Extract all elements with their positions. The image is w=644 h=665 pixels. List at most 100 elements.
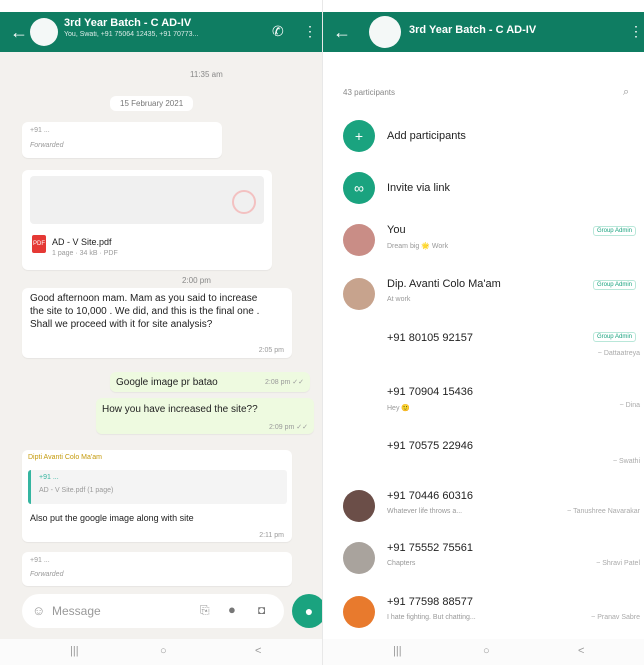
mic-icon: ●	[304, 603, 314, 619]
add-participants-label: Add participants	[387, 130, 466, 142]
avatar	[343, 542, 375, 574]
back-arrow-icon[interactable]: ←	[10, 21, 28, 43]
search-icon[interactable]: ⌕	[623, 86, 629, 99]
forwarded-label: Forwarded	[30, 142, 64, 149]
group-admin-badge: Group Admin	[592, 332, 636, 342]
download-icon[interactable]	[232, 190, 256, 214]
participant-name: You	[387, 224, 406, 236]
invite-link-row[interactable]: ∞ Invite via link	[323, 168, 644, 208]
message-time: 2:00 pm	[182, 276, 211, 285]
message-sender: +91 ...	[30, 557, 50, 564]
participant-pushname: ~ Pranav Sabre	[591, 614, 640, 621]
document-thumbnail	[30, 176, 264, 224]
emoji-icon[interactable]: ☺	[32, 603, 45, 618]
participant-status: Whatever life throws a...	[387, 508, 463, 515]
android-nav-bar: ||| ○ <	[323, 639, 644, 665]
group-admin-badge: Group Admin	[592, 226, 636, 236]
reply-message[interactable]: Dipti Avanti Colo Ma'am +91 ... AD - V S…	[22, 450, 292, 542]
back-button[interactable]: <	[578, 645, 584, 657]
chat-header: ← 3rd Year Batch - C AD-IV You, Swati, +…	[0, 12, 322, 52]
group-info-header: ← 3rd Year Batch - C AD-IV ⋮	[323, 12, 644, 52]
avatar	[343, 596, 375, 628]
message-meta: 2:11 pm	[259, 532, 284, 539]
message-time: 11:35 am	[190, 70, 223, 79]
participant-row[interactable]: +91 70575 22946 ~ Swathi	[323, 436, 644, 476]
participant-name: +91 70904 15436	[387, 386, 473, 398]
rupee-icon[interactable]: ●	[228, 602, 236, 617]
invite-link-label: Invite via link	[387, 182, 450, 194]
participant-name: +91 70446 60316	[387, 490, 473, 502]
participant-row[interactable]: You Dream big 🌟 Work Group Admin	[323, 222, 644, 262]
participant-status: Dream big 🌟 Work	[387, 243, 449, 250]
phone-icon[interactable]: ✆	[272, 23, 284, 39]
message-bubble[interactable]: +91 ... Forwarded	[22, 552, 292, 586]
outgoing-message[interactable]: How you have increased the site?? 2:09 p…	[96, 398, 314, 434]
participant-row[interactable]: +91 70446 60316 Whatever life throws a..…	[323, 488, 644, 528]
home-button[interactable]: ○	[483, 645, 490, 657]
message-meta: 2:08 pm ✓✓	[265, 379, 304, 386]
avatar	[343, 490, 375, 522]
recent-apps-button[interactable]: |||	[70, 645, 79, 657]
message-text: Good afternoon mam. Mam as you said to i…	[30, 293, 260, 330]
home-button[interactable]: ○	[160, 645, 167, 657]
pdf-icon: PDF	[32, 235, 46, 253]
participant-pushname: ~ Tanushree Navarakar	[567, 508, 640, 515]
back-arrow-icon[interactable]: ←	[333, 21, 351, 43]
document-name: AD - V Site.pdf	[52, 237, 112, 247]
participant-row[interactable]: +91 75552 75561 Chapters ~ Shravi Patel	[323, 540, 644, 580]
participant-status: Chapters	[387, 560, 416, 567]
message-bubble[interactable]: +91 ... Forwarded	[22, 122, 222, 158]
document-meta: 1 page · 34 kB · PDF	[52, 250, 118, 257]
group-admin-badge: Group Admin	[592, 280, 636, 290]
recent-apps-button[interactable]: |||	[393, 645, 402, 657]
camera-icon[interactable]: ◘	[258, 603, 265, 617]
message-meta: 2:09 pm ✓✓	[269, 424, 308, 431]
chat-subtitle: You, Swati, +91 75064 12435, +91 70773..…	[64, 31, 199, 38]
quoted-message[interactable]: +91 ... AD - V Site.pdf (1 page)	[28, 470, 287, 504]
avatar	[343, 224, 375, 256]
attach-icon[interactable]: ⎘	[200, 603, 210, 618]
participant-pushname: ~ Dattaatreya	[597, 350, 640, 357]
group-avatar[interactable]	[30, 18, 58, 46]
mic-button[interactable]: ●	[292, 594, 322, 628]
link-icon: ∞	[343, 172, 375, 204]
group-avatar[interactable]	[369, 16, 401, 48]
participant-status: Hey 🙂	[387, 405, 411, 412]
message-bubble[interactable]: Good afternoon mam. Mam as you said to i…	[22, 288, 292, 358]
more-vert-icon[interactable]: ⋮	[303, 23, 317, 39]
message-input-bar: ☺ Message ⎘ ● ◘	[22, 594, 284, 628]
participant-name: +91 77598 88577	[387, 596, 473, 608]
message-meta: 2:05 pm	[258, 347, 284, 354]
quoted-text: AD - V Site.pdf (1 page)	[39, 487, 114, 494]
participant-name: +91 80105 92157	[387, 332, 473, 344]
quoted-sender: +91 ...	[39, 474, 59, 481]
avatar	[343, 278, 375, 310]
participant-name: +91 75552 75561	[387, 542, 473, 554]
participant-pushname: ~ Dina	[619, 402, 640, 409]
message-input[interactable]: Message	[52, 604, 101, 618]
avatar	[343, 330, 375, 362]
message-sender: +91 ...	[30, 127, 50, 134]
add-participants-row[interactable]: + Add participants	[323, 116, 644, 156]
participant-row[interactable]: +91 77598 88577 I hate fighting. But cha…	[323, 594, 644, 634]
outgoing-message[interactable]: Google image pr batao 2:08 pm ✓✓	[110, 372, 310, 392]
date-chip: 15 February 2021	[110, 96, 194, 111]
group-title: 3rd Year Batch - C AD-IV	[409, 24, 537, 36]
participant-name: +91 70575 22946	[387, 440, 473, 452]
participant-row[interactable]: +91 80105 92157 Group Admin ~ Dattaatrey…	[323, 328, 644, 368]
add-person-icon: +	[343, 120, 375, 152]
more-vert-icon[interactable]: ⋮	[629, 23, 643, 39]
participant-row[interactable]: +91 70904 15436 Hey 🙂 ~ Dina	[323, 382, 644, 422]
message-text: Also put the google image along with sit…	[30, 513, 194, 523]
chat-title-area[interactable]: 3rd Year Batch - C AD-IV You, Swati, +91…	[64, 17, 198, 38]
back-button[interactable]: <	[255, 645, 261, 657]
participant-row[interactable]: Dip. Avanti Colo Ma'am At work Group Adm…	[323, 276, 644, 316]
participant-pushname: ~ Swathi	[612, 458, 640, 465]
message-text: Google image pr batao	[116, 377, 218, 388]
participant-pushname: ~ Shravi Patel	[596, 560, 640, 567]
message-text: How you have increased the site??	[102, 404, 258, 415]
chat-screen: ← 3rd Year Batch - C AD-IV You, Swati, +…	[0, 0, 322, 665]
avatar	[343, 438, 375, 470]
android-nav-bar: ||| ○ <	[0, 639, 322, 665]
participant-status: At work	[387, 296, 411, 303]
